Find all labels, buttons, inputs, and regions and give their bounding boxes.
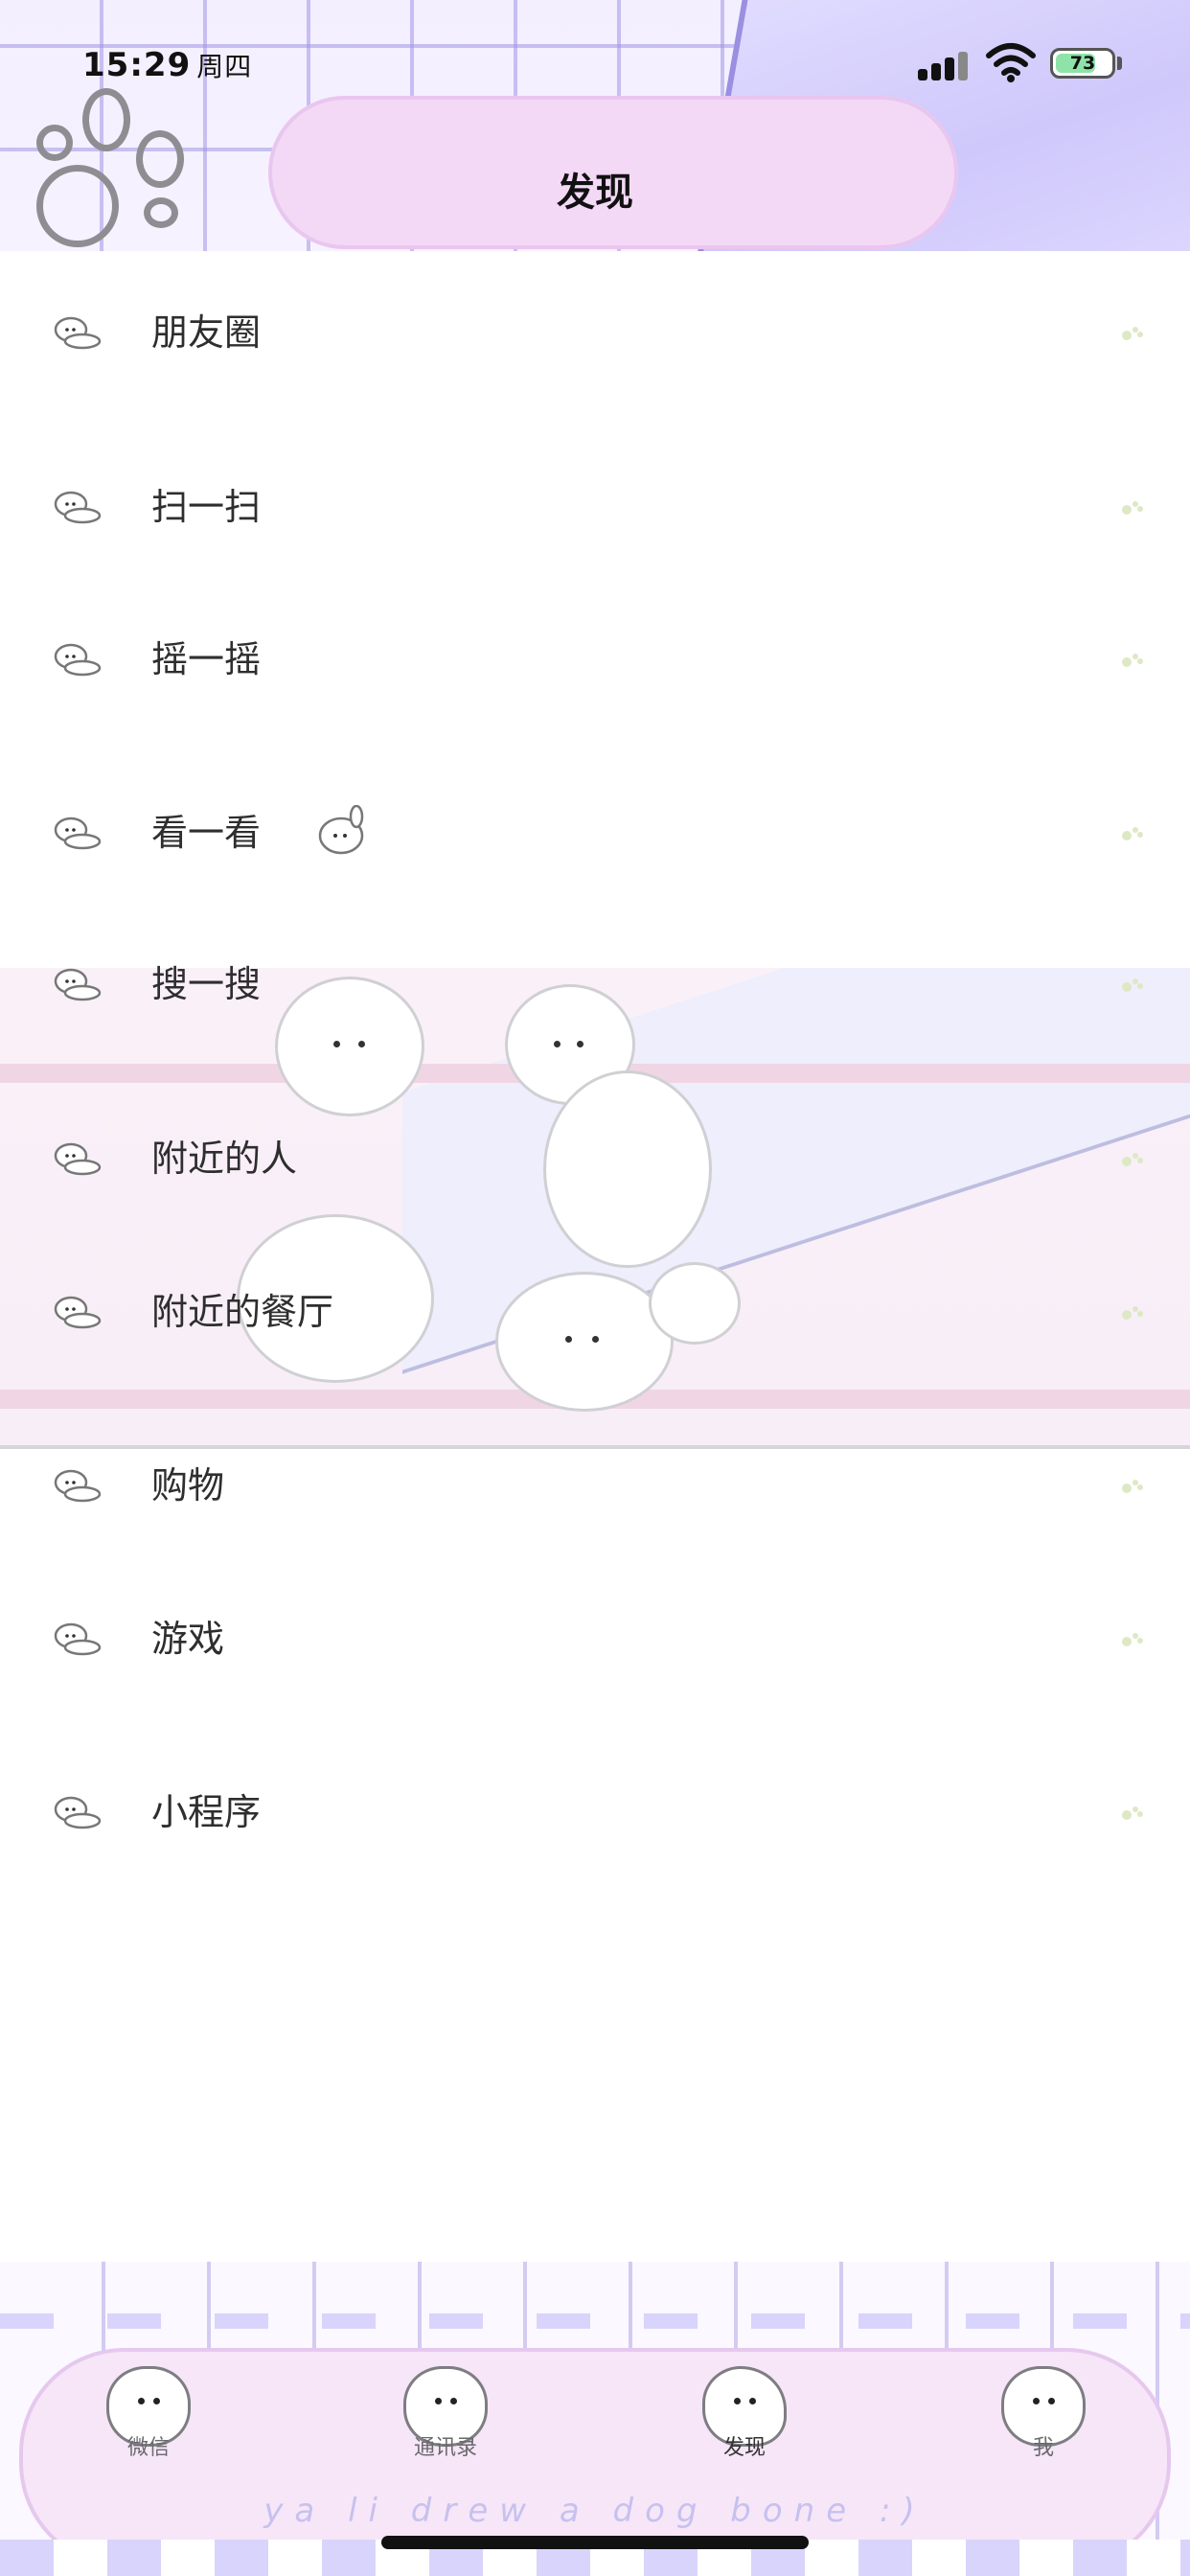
menu-item-top-stories[interactable]: 看一看 — [0, 790, 1190, 876]
tabbar-checker-top — [0, 2313, 1190, 2329]
menu-item-people-nearby[interactable]: 附近的人 — [0, 1116, 1190, 1202]
puppy-icon — [54, 1469, 102, 1503]
puppy-icon — [54, 643, 102, 677]
menu-item-label: 购物 — [151, 1464, 225, 1506]
puppy-icon — [54, 1622, 102, 1656]
paw-chevron-icon — [1122, 327, 1143, 340]
bunny-badge-icon — [318, 805, 364, 855]
tab-label: 发现 — [722, 2436, 766, 2460]
puppy-icon — [54, 316, 102, 350]
tab-label: 微信 — [126, 2436, 170, 2460]
menu-item-label: 搜一搜 — [151, 963, 262, 1005]
paw-chevron-icon — [1122, 1633, 1143, 1646]
puppy-icon — [54, 1796, 102, 1829]
menu-item-label: 摇一摇 — [151, 638, 262, 680]
paw-chevron-icon — [1122, 654, 1143, 667]
puppy-icon — [54, 1296, 102, 1329]
battery-icon: 73 — [1050, 48, 1115, 79]
home-indicator[interactable] — [381, 2536, 809, 2549]
paw-chevron-icon — [1122, 1480, 1143, 1493]
status-clock: 15:29 — [82, 46, 192, 84]
paw-chevron-icon — [1122, 827, 1143, 840]
menu-item-label: 看一看 — [151, 812, 262, 854]
page-title: 发现 — [557, 171, 633, 215]
paw-chevron-icon — [1122, 1306, 1143, 1320]
menu-item-label: 小程序 — [151, 1791, 262, 1833]
menu-item-label: 扫一扫 — [151, 486, 262, 528]
paw-toe-icon — [82, 88, 130, 151]
battery-tip — [1117, 57, 1122, 70]
puppy-icon — [54, 491, 102, 524]
status-time: 15:29 周四 — [82, 46, 252, 84]
tab-contacts[interactable]: 通讯录 — [383, 2365, 508, 2471]
background-illustration — [0, 968, 1190, 1447]
menu-item-restaurants-nearby[interactable]: 附近的餐厅 — [0, 1269, 1190, 1355]
menu-item-games[interactable]: 游戏 — [0, 1596, 1190, 1682]
paw-chevron-icon — [1122, 501, 1143, 515]
cellular-signal-icon — [918, 52, 972, 80]
puppy-icon — [54, 816, 102, 850]
status-weekday: 周四 — [196, 51, 253, 82]
paw-toe-icon — [36, 125, 73, 161]
tab-label: 我 — [1032, 2436, 1054, 2460]
paw-chevron-icon — [1122, 978, 1143, 992]
tab-me[interactable]: 我 — [981, 2365, 1106, 2471]
menu-item-moments[interactable]: 朋友圈 — [0, 289, 1190, 376]
battery-percent: 73 — [1069, 53, 1096, 74]
menu-item-label: 游戏 — [151, 1618, 225, 1660]
tab-discover[interactable]: 发现 — [682, 2365, 807, 2471]
menu-item-shopping[interactable]: 购物 — [0, 1442, 1190, 1529]
paw-chevron-icon — [1122, 1806, 1143, 1820]
tab-chats[interactable]: 微信 — [86, 2365, 211, 2471]
puppy-icon — [54, 1142, 102, 1176]
wifi-icon — [986, 43, 1036, 82]
menu-item-shake[interactable]: 摇一摇 — [0, 616, 1190, 702]
menu-item-scan[interactable]: 扫一扫 — [0, 464, 1190, 550]
menu-item-label: 附近的餐厅 — [151, 1291, 334, 1333]
puppy-icon — [54, 968, 102, 1001]
menu-item-label: 附近的人 — [151, 1138, 298, 1180]
menu-item-mini-programs[interactable]: 小程序 — [0, 1769, 1190, 1855]
bone-caption: ya li drew a dog bone :) — [263, 2492, 927, 2530]
paw-chevron-icon — [1122, 1153, 1143, 1166]
tab-label: 通讯录 — [413, 2436, 477, 2460]
menu-item-search[interactable]: 搜一搜 — [0, 941, 1190, 1027]
menu-item-label: 朋友圈 — [151, 311, 262, 354]
